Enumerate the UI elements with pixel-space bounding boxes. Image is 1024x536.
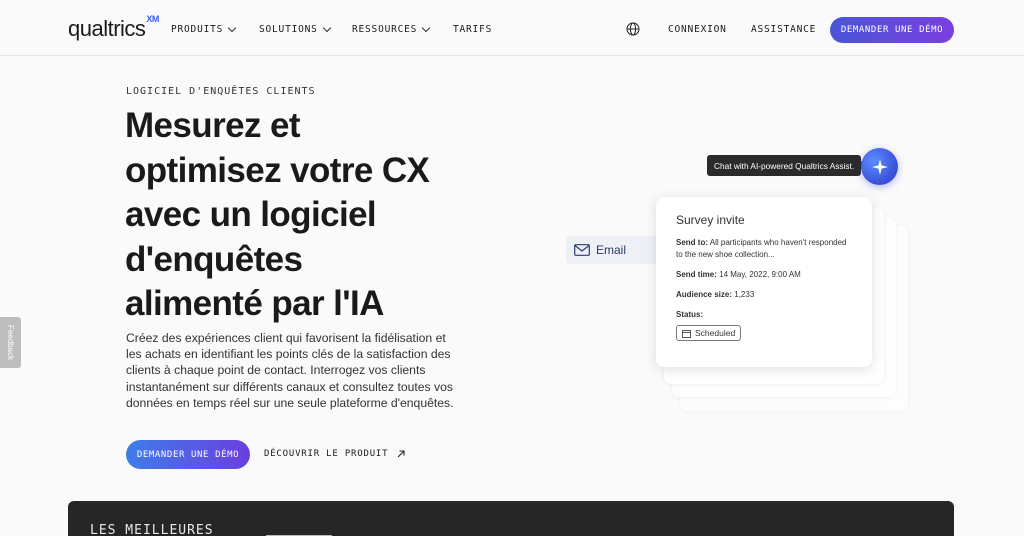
request-demo-button[interactable]: DEMANDER UNE DÉMO	[830, 17, 954, 43]
audience-row: Audience size: 1,233	[676, 290, 755, 299]
card-title: Survey invite	[676, 213, 745, 227]
hero-description: Créez des expériences client qui favoris…	[126, 331, 454, 410]
send-to-row: Send to: All participants who haven't re…	[676, 238, 847, 259]
sparkle-icon	[871, 158, 888, 175]
section-title: LES MEILLEURES	[90, 523, 214, 536]
mail-icon	[574, 244, 590, 256]
nav-item-solutions[interactable]: SOLUTIONS	[259, 23, 331, 35]
feedback-tab[interactable]: Feedback	[0, 317, 21, 368]
login-link[interactable]: CONNEXION	[668, 24, 727, 35]
arrow-up-right-icon	[397, 450, 405, 458]
status-badge: Scheduled	[676, 325, 742, 341]
discover-product-link[interactable]: DÉCOUVRIR LE PRODUIT	[264, 449, 406, 459]
hero-eyebrow: LOGICIEL D'ENQUÊTES CLIENTS	[126, 86, 316, 97]
chevron-down-icon	[421, 23, 431, 32]
assist-tooltip: Chat with AI-powered Qualtrics Assist.	[707, 155, 867, 176]
send-time-row: Send time: 14 May, 2022, 9:00 AM	[676, 270, 801, 279]
awards-section: LES MEILLEURES	[68, 501, 954, 536]
ai-assist-button[interactable]	[861, 148, 898, 185]
chevron-down-icon	[322, 23, 331, 32]
nav-item-tarifs[interactable]: TARIFS	[453, 24, 492, 35]
qualtrics-logo[interactable]: qualtricsXM	[68, 14, 159, 42]
hero-demo-button[interactable]: DEMANDER UNE DÉMO	[126, 440, 250, 469]
top-navigation: qualtricsXM PRODUITS SOLUTIONS RESSOURCE…	[0, 0, 1024, 56]
nav-item-produits[interactable]: PRODUITS	[171, 23, 237, 35]
survey-invite-card: Survey invite Send to: All participants …	[656, 197, 872, 367]
globe-icon[interactable]	[626, 22, 640, 36]
chevron-down-icon	[227, 23, 237, 32]
status-row: Status:	[676, 310, 704, 319]
calendar-icon	[682, 329, 691, 338]
hero-headline: Mesurez et optimisez votre CX avec un lo…	[125, 106, 430, 323]
nav-item-ressources[interactable]: RESSOURCES	[352, 23, 431, 35]
email-channel-pill: Email	[566, 236, 662, 264]
support-link[interactable]: ASSISTANCE	[751, 24, 816, 35]
